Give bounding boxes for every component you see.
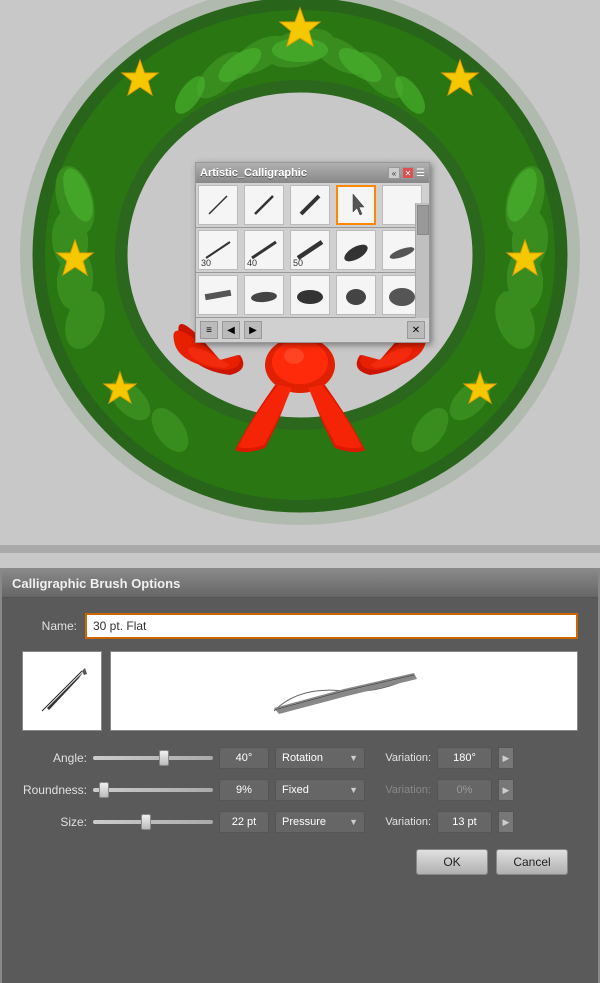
footer-list-btn[interactable]: ≡ (200, 321, 218, 339)
angle-dropdown-arrow: ▼ (349, 753, 358, 763)
angle-label: Angle: (22, 751, 87, 765)
panel-menu-icon[interactable]: ☰ (416, 168, 425, 179)
roundness-variation-label: Variation: (371, 784, 431, 796)
brush-grid-row2: 30 40 50 (196, 228, 429, 273)
angle-mode-dropdown[interactable]: Rotation ▼ (275, 747, 365, 769)
roundness-variation-value: 0% (437, 779, 492, 801)
size-variation-label: Variation: (371, 816, 431, 828)
preview-small (22, 651, 102, 731)
angle-slider-thumb[interactable] (159, 750, 169, 766)
roundness-label: Roundness: (22, 783, 87, 797)
brush-label-30: 30 (201, 258, 211, 268)
brush-cell-4[interactable] (336, 185, 376, 225)
angle-slider-track[interactable] (93, 756, 213, 760)
brush-panel-footer: ≡ ◀ ▶ ✕ (196, 318, 429, 342)
angle-variation-label: Variation: (371, 752, 431, 764)
brush-cell-3[interactable] (290, 185, 330, 225)
brush-grid-row3 (196, 273, 429, 318)
brush-panel-title: Artistic_Calligraphic (200, 167, 307, 179)
footer-delete-btn[interactable]: ✕ (407, 321, 425, 339)
dialog-title: Calligraphic Brush Options (12, 576, 180, 591)
angle-variation-value: 180° (437, 747, 492, 769)
brush-cell-6[interactable]: 30 (198, 230, 238, 270)
roundness-slider-track[interactable] (93, 788, 213, 792)
size-variation-value: 13 pt (437, 811, 492, 833)
footer-prev-btn[interactable]: ◀ (222, 321, 240, 339)
brush-cell-12[interactable] (244, 275, 284, 315)
brush-cell-13[interactable] (290, 275, 330, 315)
roundness-mode-dropdown[interactable]: Fixed ▼ (275, 779, 365, 801)
size-variation-btn[interactable]: ▶ (498, 811, 514, 833)
calligraphic-brush-options-dialog: Calligraphic Brush Options Name: (0, 568, 600, 983)
brush-panel: Artistic_Calligraphic « ✕ ☰ (195, 162, 430, 343)
size-value: 22 pt (219, 811, 269, 833)
wreath-area: Artistic_Calligraphic « ✕ ☰ (0, 0, 600, 545)
roundness-slider-thumb[interactable] (99, 782, 109, 798)
angle-value: 40° (219, 747, 269, 769)
brush-cell-7[interactable]: 40 (244, 230, 284, 270)
brush-cell-8[interactable]: 50 (290, 230, 330, 270)
ok-button[interactable]: OK (416, 849, 488, 875)
size-mode-dropdown[interactable]: Pressure ▼ (275, 811, 365, 833)
preview-row (22, 651, 578, 731)
roundness-slider-row: Roundness: 9% Fixed ▼ Variation: 0% ▶ (22, 779, 578, 801)
dialog-titlebar: Calligraphic Brush Options (2, 570, 598, 598)
brush-cell-14[interactable] (336, 275, 376, 315)
dialog-body: Name: (2, 598, 598, 890)
name-field-row: Name: (22, 613, 578, 639)
separator (0, 545, 600, 553)
roundness-variation-btn[interactable]: ▶ (498, 779, 514, 801)
brush-cell-1[interactable] (198, 185, 238, 225)
roundness-value: 9% (219, 779, 269, 801)
angle-variation-btn[interactable]: ▶ (498, 747, 514, 769)
brush-label-50: 50 (293, 258, 303, 268)
size-slider-thumb[interactable] (141, 814, 151, 830)
brush-cell-11[interactable] (198, 275, 238, 315)
brush-cell-2[interactable] (244, 185, 284, 225)
panel-controls: « ✕ ☰ (388, 167, 425, 179)
size-slider-row: Size: 22 pt Pressure ▼ Variation: 13 pt … (22, 811, 578, 833)
name-label: Name: (22, 619, 77, 633)
brush-scrollbar[interactable] (415, 203, 429, 318)
footer-next-btn[interactable]: ▶ (244, 321, 262, 339)
scroll-thumb[interactable] (417, 205, 429, 235)
size-label: Size: (22, 815, 87, 829)
size-dropdown-arrow: ▼ (349, 817, 358, 827)
panel-close-button[interactable]: ✕ (402, 167, 414, 179)
size-slider-track[interactable] (93, 820, 213, 824)
panel-minimize-button[interactable]: « (388, 167, 400, 179)
brush-panel-titlebar: Artistic_Calligraphic « ✕ ☰ (196, 163, 429, 183)
brush-label-40: 40 (247, 258, 257, 268)
brush-cell-9[interactable] (336, 230, 376, 270)
brush-grid-row1 (196, 183, 429, 228)
roundness-dropdown-arrow: ▼ (349, 785, 358, 795)
cancel-button[interactable]: Cancel (496, 849, 568, 875)
preview-large (110, 651, 578, 731)
name-input[interactable] (85, 613, 578, 639)
angle-slider-row: Angle: 40° Rotation ▼ Variation: 180° ▶ (22, 747, 578, 769)
dialog-footer: OK Cancel (22, 849, 578, 875)
